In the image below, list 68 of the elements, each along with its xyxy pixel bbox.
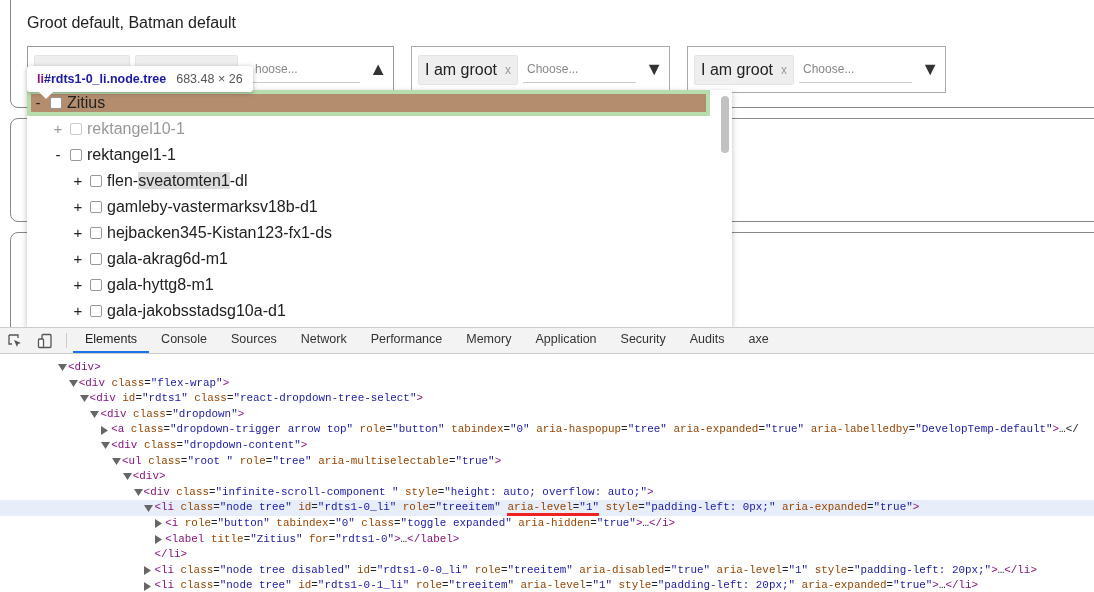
- devtools-tab[interactable]: Elements: [73, 328, 150, 353]
- element-selector: li#rdts1-0_li.node.tree: [37, 70, 167, 88]
- devtools-tab[interactable]: axe: [736, 328, 781, 353]
- dropdown-arrow[interactable]: ▲: [365, 56, 387, 83]
- code-line: <li class="node tree" id="rdts1-0_li" role="treeitem" aria-level="1" style="padding-left: 0px;" aria-expanded="true">: [154, 500, 920, 516]
- tree-item[interactable]: + gala-jakobsstadsg10a-d1: [27, 298, 710, 324]
- tree-item-label: rektangel10-1: [87, 119, 185, 139]
- toggle-button[interactable]: +: [71, 247, 85, 271]
- checkbox[interactable]: [90, 227, 102, 239]
- code-line: <div id="rdts1" class="react-dropdown-tree-select">: [89, 391, 423, 407]
- tag-chip: I am groot x: [418, 54, 519, 85]
- toggle-button[interactable]: +: [71, 169, 85, 193]
- tree-item[interactable]: + gamleby-vastermarksv18b-d1: [27, 194, 710, 220]
- devtools-tab[interactable]: Memory: [454, 328, 524, 353]
- checkbox[interactable]: [90, 201, 102, 213]
- devtools-tab[interactable]: Sources: [219, 328, 289, 353]
- tree-item[interactable]: + flen-sveatomten1-dl: [27, 168, 710, 194]
- devtools-tab[interactable]: Console: [149, 328, 219, 353]
- tree-item[interactable]: - Zitius: [27, 90, 710, 116]
- tree-item[interactable]: + gala-hyttg8-m1: [27, 272, 710, 298]
- tag-chip: I am groot x: [694, 54, 795, 85]
- toggle-button[interactable]: +: [71, 273, 85, 297]
- tree-item-label: gala-hyttg8-m1: [107, 275, 214, 295]
- tree-item-label: flen-sveatomten1-dl: [107, 171, 248, 191]
- tree-item-label: gamleby-vastermarksv18b-d1: [107, 197, 318, 217]
- code-line: <div class="flex-wrap">: [78, 375, 230, 391]
- tree-select-dropdown[interactable]: I am groot x Choose... ▼: [687, 46, 946, 93]
- toggle-button[interactable]: -: [51, 143, 65, 167]
- code-line: <a class="dropdown-trigger arrow top" role="button" tabindex="0" aria-haspopup="tree" aria-expanded="true" aria-labelledby="DevelopTemp-default">…</: [111, 422, 1079, 438]
- code-line: <label title="Zitius" for="rdts1-0">…</label>: [165, 531, 460, 547]
- page-title: Groot default, Batman default: [27, 13, 237, 33]
- scrollbar-thumb[interactable]: [721, 96, 729, 153]
- code-line: <div class="infinite-scroll-component " style="height: auto; overflow: auto;">: [143, 484, 654, 500]
- code-line: </li>: [154, 547, 188, 563]
- tree-item-label: rektangel1-1: [87, 145, 176, 165]
- checkbox[interactable]: [90, 305, 102, 317]
- checkbox[interactable]: [70, 149, 82, 161]
- toggle-button[interactable]: +: [71, 221, 85, 245]
- devtools-tab[interactable]: Security: [608, 328, 678, 353]
- devtools-tab[interactable]: Application: [523, 328, 609, 353]
- devtools-tab[interactable]: Audits: [677, 328, 737, 353]
- element-size: 683.48 × 26: [176, 70, 243, 88]
- checkbox[interactable]: [50, 97, 62, 109]
- code-line: <div class="dropdown">: [100, 406, 245, 422]
- code-line: <div class="dropdown-content">: [111, 437, 308, 453]
- tree-item[interactable]: + hejbacken345-Kistan123-fx1-ds: [27, 220, 710, 246]
- checkbox[interactable]: [90, 279, 102, 291]
- tree-item[interactable]: + gala-akrag6d-m1: [27, 246, 710, 272]
- devtools-tab[interactable]: Performance: [358, 328, 455, 353]
- tree-item-label: Zitius: [67, 93, 106, 113]
- toggle-button[interactable]: -: [31, 91, 45, 115]
- toggle-button[interactable]: +: [71, 299, 85, 323]
- code-line: <div>: [68, 360, 101, 375]
- code-line: <li class="node tree" id="rdts1-0-1_li" role="treeitem" aria-level="1" style="padding-left: 20px;" aria-expanded="true">…</li>: [154, 578, 979, 592]
- checkbox[interactable]: [90, 175, 102, 187]
- tree-item[interactable]: - rektangel1-1: [27, 142, 710, 168]
- toggle-button[interactable]: +: [71, 195, 85, 219]
- code-line: <div>: [132, 469, 166, 485]
- code-line: <i role="button" tabindex="0" class="toggle expanded" aria-hidden="true">…</i>: [165, 515, 676, 531]
- tree-item-label: hejbacken345-Kistan123-fx1-ds: [107, 223, 333, 243]
- code-line: <li class="node tree disabled" id="rdts1-0-0_li" role="treeitem" aria-disabled="true" aria-level="1" style="padding-left: 20px;">…</li>: [154, 562, 1037, 578]
- code-line: <ul class="root " role="tree" aria-multiselectable="true">: [122, 453, 502, 469]
- tree-item-label: gala-akrag6d-m1: [107, 249, 228, 269]
- dropdown-arrow[interactable]: ▼: [641, 56, 663, 83]
- devtools-tab[interactable]: Network: [288, 328, 359, 353]
- dropdown-arrow[interactable]: ▼: [917, 56, 939, 83]
- tree-item-label: gala-jakobsstadsg10a-d1: [107, 301, 286, 321]
- checkbox[interactable]: [90, 253, 102, 265]
